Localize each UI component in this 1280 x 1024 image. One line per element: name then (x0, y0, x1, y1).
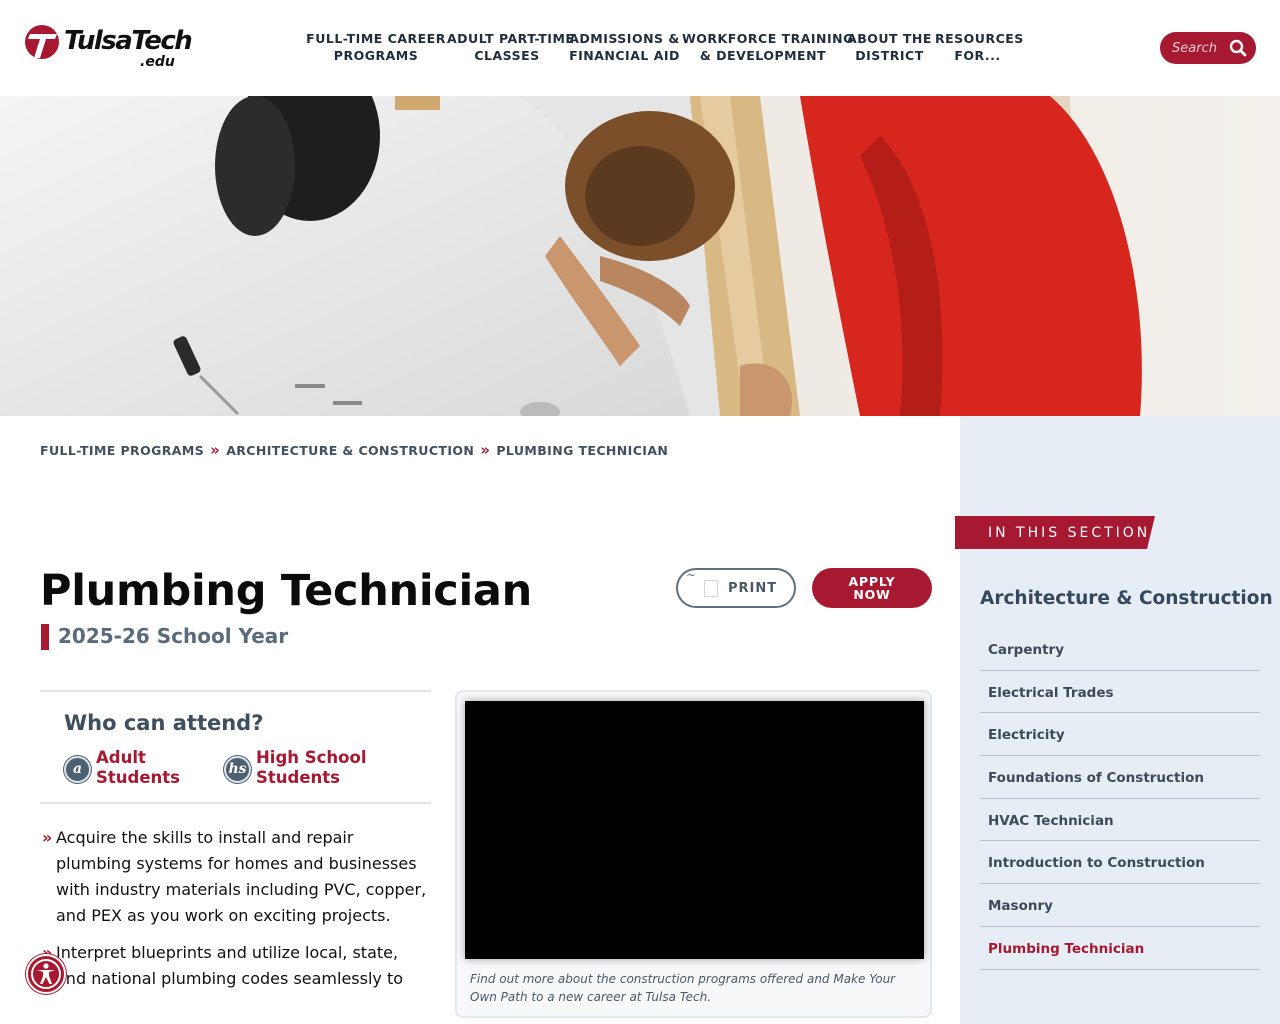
nav-admissions[interactable]: ADMISSIONS & FINANCIAL AID (567, 30, 682, 64)
breadcrumb-full-time-programs[interactable]: FULL-TIME PROGRAMS (40, 443, 204, 458)
sidebar-item-carpentry[interactable]: Carpentry (980, 628, 1260, 671)
nav-resources[interactable]: RESOURCES FOR... (935, 30, 1023, 64)
sidebar-item-masonry[interactable]: Masonry (980, 884, 1260, 927)
print-decoration: ~ (686, 568, 697, 582)
video-player[interactable] (465, 701, 924, 959)
main-nav: FULL-TIME CAREER PROGRAMS ADULT PART-TIM… (305, 30, 1023, 64)
search-placeholder[interactable]: Search (1172, 41, 1217, 56)
sidebar-item-plumbing[interactable]: Plumbing Technician (980, 927, 1260, 970)
audience-high-school[interactable]: hs High School Students (224, 748, 404, 792)
video-caption: Find out more about the construction pro… (470, 972, 896, 1004)
sidebar-item-foundations[interactable]: Foundations of Construction (980, 756, 1260, 799)
breadcrumb: FULL-TIME PROGRAMS » ARCHITECTURE & CONSTR… (40, 441, 668, 459)
accessibility-button[interactable] (26, 954, 66, 994)
breadcrumb-architecture[interactable]: ARCHITECTURE & CONSTRUCTION (226, 443, 474, 458)
high-school-badge-icon: hs (224, 756, 251, 783)
sidebar-item-hvac[interactable]: HVAC Technician (980, 799, 1260, 842)
sidebar-nav: Carpentry Electrical Trades Electricity … (980, 628, 1260, 970)
tulsatech-logo[interactable]: TulsaTech .edu (24, 22, 193, 74)
site-header: TulsaTech .edu FULL-TIME CAREER PROGRAMS… (0, 0, 1280, 96)
program-highlights: Acquire the skills to install and repair… (40, 825, 430, 1003)
logo-text: TulsaTech (64, 26, 193, 56)
apply-now-button[interactable]: APPLY NOW (812, 568, 932, 608)
logo-suffix: .edu (140, 54, 175, 70)
search-box[interactable]: Search (1160, 32, 1256, 64)
hero-image (0, 96, 1280, 416)
accessibility-icon (31, 959, 61, 989)
school-year: 2025-26 School Year (58, 624, 289, 648)
nav-workforce-training[interactable]: WORKFORCE TRAINING & DEVELOPMENT (682, 30, 853, 64)
year-accent-bar (41, 624, 49, 650)
in-this-section-label: IN THIS SECTION (955, 516, 1155, 549)
sidebar-item-intro-construction[interactable]: Introduction to Construction (980, 841, 1260, 885)
breadcrumb-separator: » (210, 441, 221, 459)
who-can-attend: Who can attend? a Adult Students hs High… (40, 690, 431, 804)
print-button[interactable]: ~ PRINT (676, 568, 796, 608)
highlight-item: Interpret blueprints and utilize local, … (40, 940, 430, 992)
breadcrumb-current: PLUMBING TECHNICIAN (496, 443, 669, 458)
print-label: PRINT (728, 581, 778, 596)
nav-about-district[interactable]: ABOUT THE DISTRICT (844, 30, 935, 64)
nav-full-time-programs[interactable]: FULL-TIME CAREER PROGRAMS (305, 30, 447, 64)
nav-adult-part-time[interactable]: ADULT PART-TIME CLASSES (447, 30, 574, 64)
audience-high-school-label[interactable]: High School Students (256, 748, 367, 788)
audience-adult[interactable]: a Adult Students (64, 748, 204, 792)
sidebar-title[interactable]: Architecture & Construction (980, 588, 1273, 609)
sidebar-item-electrical-trades[interactable]: Electrical Trades (980, 671, 1260, 714)
search-icon[interactable] (1228, 38, 1248, 58)
sidebar-item-electricity[interactable]: Electricity (980, 713, 1260, 757)
hero-photo (0, 96, 1280, 416)
attend-heading: Who can attend? (64, 711, 264, 735)
video-card: Find out more about the construction pro… (455, 690, 932, 1018)
logo-mark-icon (25, 25, 59, 59)
audience-adult-label[interactable]: Adult Students (96, 748, 180, 788)
breadcrumb-separator: » (480, 441, 491, 459)
page-title: Plumbing Technician (40, 566, 532, 616)
adult-badge-icon: a (64, 756, 91, 783)
highlight-item: Acquire the skills to install and repair… (40, 825, 430, 929)
print-icon (704, 580, 718, 597)
